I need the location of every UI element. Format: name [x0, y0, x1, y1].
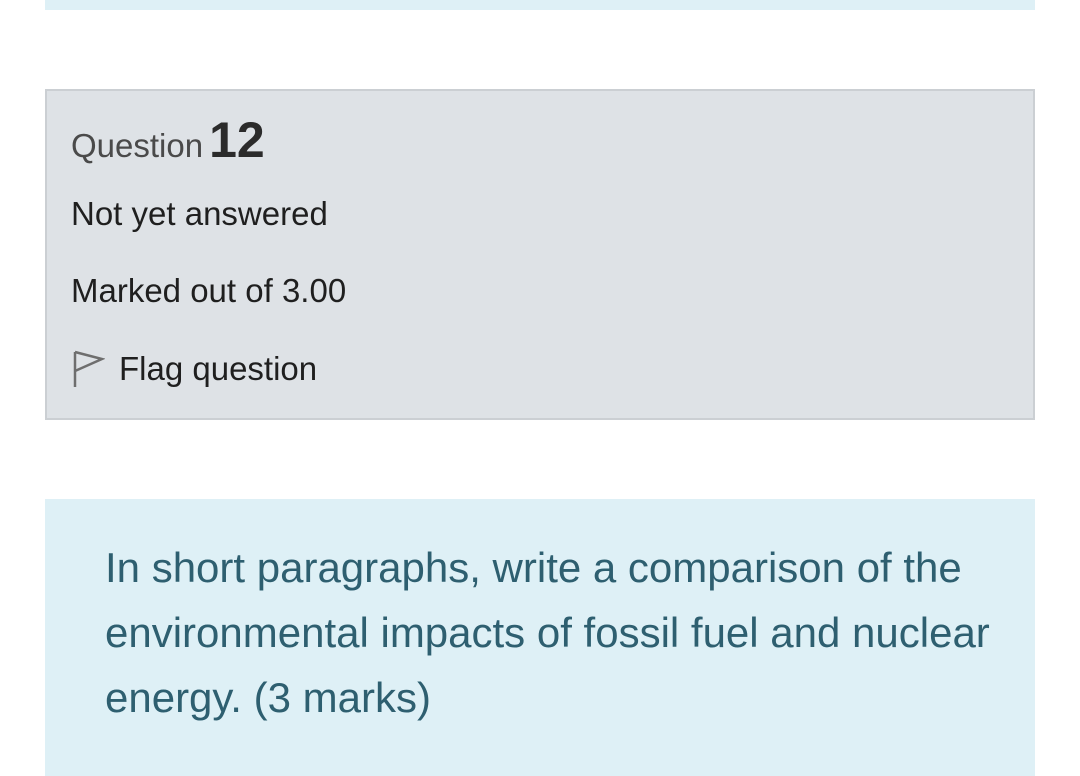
question-grade: Marked out of 3.00	[71, 272, 347, 309]
flag-icon	[71, 349, 106, 389]
question-text: In short paragraphs, write a comparison …	[105, 544, 990, 721]
question-heading: Question 12	[71, 111, 265, 169]
question-state: Not yet answered	[71, 195, 328, 232]
question-label: Question	[71, 127, 204, 164]
flag-question-button[interactable]: Flag question	[71, 347, 317, 391]
question-info-box: Question 12 Not yet answered Marked out o…	[45, 89, 1035, 420]
flag-question-label: Flag question	[119, 350, 318, 387]
previous-question-text-box	[45, 0, 1035, 10]
question-number: 12	[209, 112, 265, 168]
question-text-box: In short paragraphs, write a comparison …	[45, 499, 1035, 776]
